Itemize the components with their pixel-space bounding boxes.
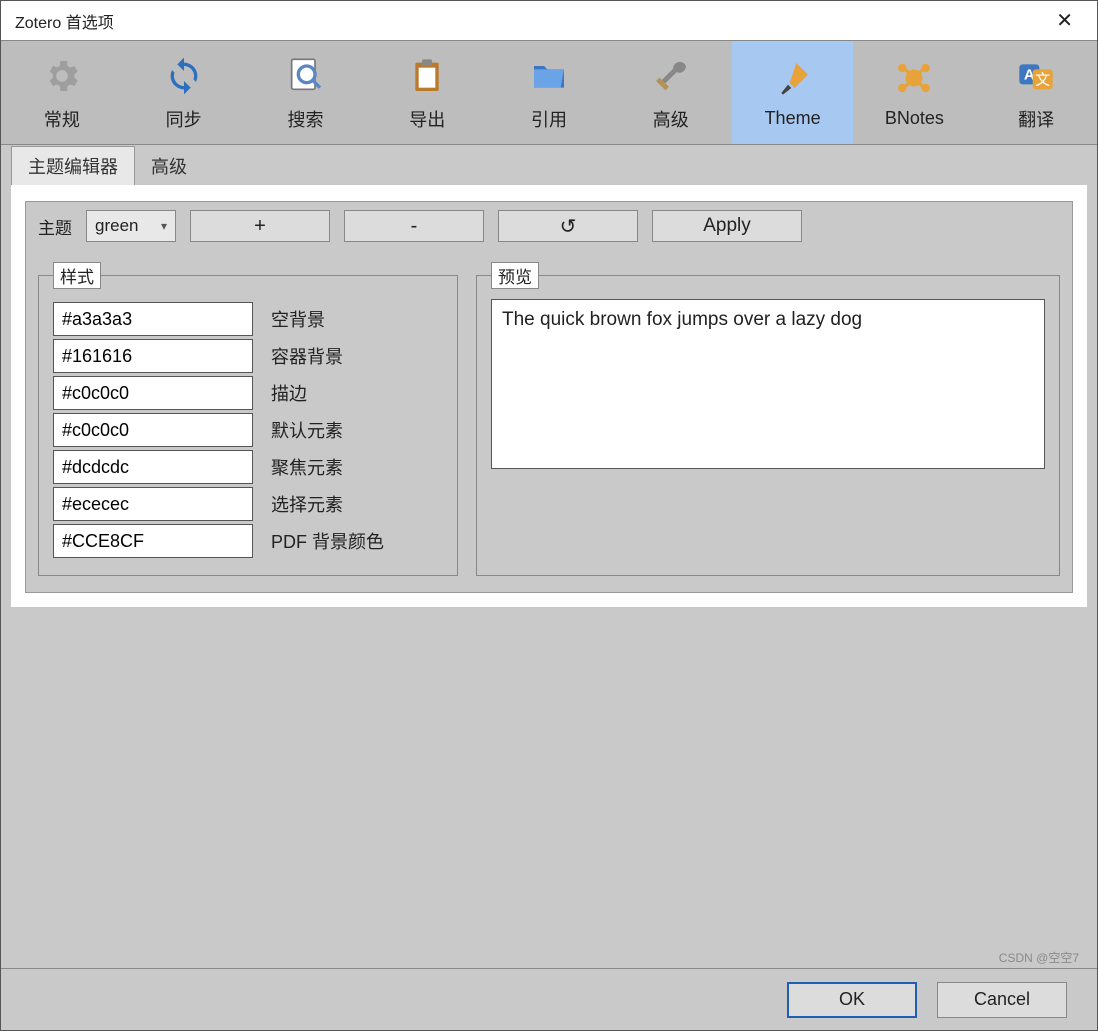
add-theme-button[interactable]: + — [190, 210, 330, 242]
toolbar-label: 高级 — [653, 106, 689, 132]
tab-advanced[interactable]: 高级 — [135, 147, 203, 185]
styles-panel: 样式 空背景 容器背景 描边 默认元素 — [38, 262, 458, 576]
window-title: Zotero 首选项 — [15, 9, 114, 33]
toolbar-sync[interactable]: 同步 — [123, 41, 245, 144]
theme-editor-pane: 主题 green ▾ + - ↺ Apply 样式 空背景 — [11, 185, 1087, 607]
toolbar-label: 搜索 — [287, 106, 323, 132]
preview-box: The quick brown fox jumps over a lazy do… — [491, 299, 1045, 469]
toolbar-label: 同步 — [166, 106, 202, 132]
apply-button[interactable]: Apply — [652, 210, 802, 242]
bnotes-icon — [892, 56, 936, 100]
style-input-select-element[interactable] — [53, 487, 253, 521]
theme-editor-inner: 主题 green ▾ + - ↺ Apply 样式 空背景 — [25, 201, 1073, 593]
preferences-window: Zotero 首选项 ✕ 常规 同步 搜索 导出 — [0, 0, 1098, 1031]
style-input-container-bg[interactable] — [53, 339, 253, 373]
style-label: 描边 — [271, 380, 307, 406]
toolbar-export[interactable]: 导出 — [366, 41, 488, 144]
style-label: 聚焦元素 — [271, 454, 343, 480]
sync-icon — [162, 54, 206, 98]
remove-theme-button[interactable]: - — [344, 210, 484, 242]
style-row-default-element: 默认元素 — [53, 413, 443, 447]
style-row-select-element: 选择元素 — [53, 487, 443, 521]
cancel-button[interactable]: Cancel — [937, 982, 1067, 1018]
chevron-down-icon: ▾ — [161, 219, 167, 233]
style-row-pdf-bg: PDF 背景颜色 — [53, 524, 443, 558]
dialog-footer: OK Cancel — [1, 968, 1097, 1030]
style-input-pdf-bg[interactable] — [53, 524, 253, 558]
style-input-default-element[interactable] — [53, 413, 253, 447]
style-row-empty-bg: 空背景 — [53, 302, 443, 336]
style-input-border[interactable] — [53, 376, 253, 410]
toolbar-label: Theme — [765, 108, 821, 129]
toolbar-theme[interactable]: Theme — [732, 41, 854, 144]
toolbar-label: 翻译 — [1018, 106, 1054, 132]
style-label: 选择元素 — [271, 491, 343, 517]
toolbar-advanced[interactable]: 高级 — [610, 41, 732, 144]
watermark: CSDN @空空7 — [999, 949, 1079, 966]
theme-label: 主题 — [38, 214, 72, 239]
titlebar: Zotero 首选项 ✕ — [1, 1, 1097, 41]
style-label: 默认元素 — [271, 417, 343, 443]
toolbar-bnotes[interactable]: BNotes — [853, 41, 975, 144]
close-icon[interactable]: ✕ — [1046, 2, 1083, 39]
style-label: 容器背景 — [271, 343, 343, 369]
style-label: 空背景 — [271, 306, 325, 332]
toolbar-label: 引用 — [531, 106, 567, 132]
toolbar-label: 常规 — [44, 106, 80, 132]
toolbar-cite[interactable]: 引用 — [488, 41, 610, 144]
theme-row: 主题 green ▾ + - ↺ Apply — [38, 210, 1060, 242]
brush-icon — [771, 56, 815, 100]
preview-legend: 预览 — [491, 262, 539, 289]
style-input-focus-element[interactable] — [53, 450, 253, 484]
style-input-empty-bg[interactable] — [53, 302, 253, 336]
reset-theme-button[interactable]: ↺ — [498, 210, 638, 242]
tools-icon — [649, 54, 693, 98]
translate-icon: A文 — [1014, 54, 1058, 98]
preview-panel: 预览 The quick brown fox jumps over a lazy… — [476, 262, 1060, 576]
toolbar-translate[interactable]: A文 翻译 — [975, 41, 1097, 144]
style-row-container-bg: 容器背景 — [53, 339, 443, 373]
toolbar: 常规 同步 搜索 导出 引用 — [1, 41, 1097, 145]
clipboard-icon — [405, 54, 449, 98]
gear-icon — [40, 54, 84, 98]
style-label: PDF 背景颜色 — [271, 528, 384, 554]
theme-select-value: green — [95, 216, 138, 236]
tab-theme-editor[interactable]: 主题编辑器 — [11, 146, 135, 185]
search-doc-icon — [283, 54, 327, 98]
toolbar-label: BNotes — [885, 108, 944, 129]
ok-button[interactable]: OK — [787, 982, 917, 1018]
toolbar-label: 导出 — [409, 106, 445, 132]
style-row-border: 描边 — [53, 376, 443, 410]
toolbar-general[interactable]: 常规 — [1, 41, 123, 144]
styles-legend: 样式 — [53, 262, 101, 289]
style-row-focus-element: 聚焦元素 — [53, 450, 443, 484]
theme-select[interactable]: green ▾ — [86, 210, 176, 242]
toolbar-search[interactable]: 搜索 — [245, 41, 367, 144]
sub-tabbar: 主题编辑器 高级 — [1, 145, 1097, 185]
folder-icon — [527, 54, 571, 98]
svg-text:文: 文 — [1035, 71, 1050, 88]
